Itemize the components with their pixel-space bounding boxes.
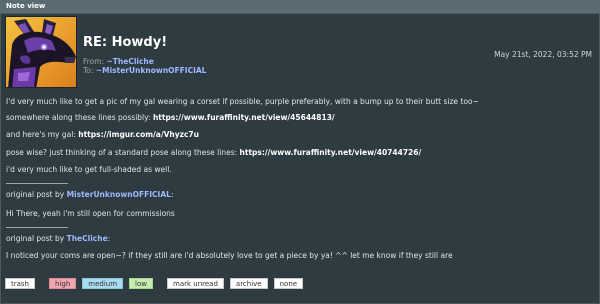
from-user-link[interactable]: ~TheCliche bbox=[107, 57, 154, 66]
avatar-image bbox=[8, 19, 76, 87]
priority-low-button[interactable]: low bbox=[129, 278, 153, 289]
quote-user-link[interactable]: MisterUnknownOFFICIAL bbox=[67, 190, 171, 199]
note-date: May 21st, 2022, 03:52 PM bbox=[494, 50, 592, 59]
quote-text: Hi There, yeah i'm still open for commis… bbox=[6, 209, 175, 218]
quote-divider bbox=[6, 227, 68, 228]
quote-suffix: : bbox=[107, 234, 111, 243]
panel-title: Note view bbox=[6, 2, 46, 10]
quote-divider bbox=[6, 183, 68, 184]
body-line: pose wise? just thinking of a standard p… bbox=[6, 148, 421, 157]
note-actions: trash high medium low mark unread archiv… bbox=[5, 278, 309, 289]
none-button[interactable]: none bbox=[273, 278, 304, 289]
body-text: and here's my gal: bbox=[6, 130, 79, 139]
priority-high-button[interactable]: high bbox=[49, 278, 77, 289]
trash-button[interactable]: trash bbox=[5, 278, 35, 289]
panel-header: Note view bbox=[0, 0, 600, 13]
body-line: and here's my gal: https://imgur.com/a/V… bbox=[6, 130, 199, 139]
body-text: somewhere along these lines possibly: bbox=[6, 113, 153, 122]
archive-button[interactable]: archive bbox=[229, 278, 268, 289]
body-link[interactable]: https://www.furaffinity.net/view/4564481… bbox=[153, 113, 335, 122]
from-row: From: ~TheCliche bbox=[83, 57, 154, 66]
quote-attribution: original post by MisterUnknownOFFICIAL: bbox=[6, 190, 173, 199]
body-line: somewhere along these lines possibly: ht… bbox=[6, 113, 335, 122]
quote-text: I noticed your coms are open~? if they s… bbox=[6, 251, 453, 260]
to-row: To: ~MisterUnknownOFFICIAL bbox=[83, 66, 206, 75]
quote-attribution: original post by TheCliche: bbox=[6, 234, 110, 243]
body-link[interactable]: https://imgur.com/a/Vhyzc7u bbox=[78, 130, 199, 139]
note-subject: RE: Howdy! bbox=[83, 35, 168, 50]
quote-suffix: : bbox=[170, 190, 174, 199]
priority-medium-button[interactable]: medium bbox=[82, 278, 124, 289]
avatar[interactable] bbox=[5, 16, 77, 88]
body-link[interactable]: https://www.furaffinity.net/view/4074472… bbox=[240, 148, 422, 157]
body-line: I'd very much like to get a pic of my ga… bbox=[6, 97, 479, 106]
to-user-link[interactable]: ~MisterUnknownOFFICIAL bbox=[96, 66, 207, 75]
body-line: i'd very much like to get full-shaded as… bbox=[6, 165, 172, 174]
to-label: To: bbox=[83, 66, 94, 75]
quote-user-link[interactable]: TheCliche bbox=[67, 234, 108, 243]
quote-prefix: original post by bbox=[6, 234, 67, 243]
mark-unread-button[interactable]: mark unread bbox=[167, 278, 224, 289]
body-text: pose wise? just thinking of a standard p… bbox=[6, 148, 240, 157]
from-label: From: bbox=[83, 57, 105, 66]
quote-prefix: original post by bbox=[6, 190, 67, 199]
